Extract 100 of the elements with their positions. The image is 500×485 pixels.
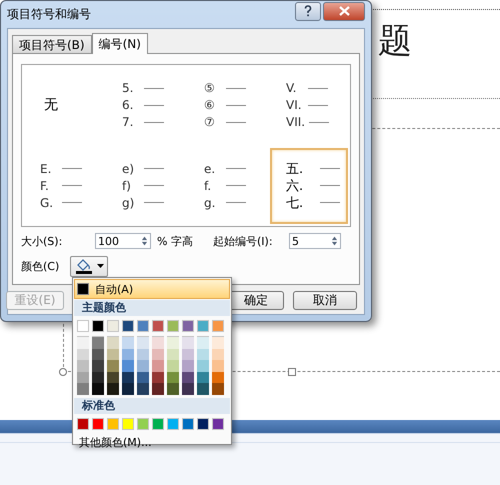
color-swatch[interactable] xyxy=(77,418,89,430)
color-swatch[interactable] xyxy=(152,360,164,372)
color-swatch[interactable] xyxy=(212,418,224,430)
color-swatch[interactable] xyxy=(182,383,194,395)
color-swatch[interactable] xyxy=(92,320,104,332)
color-swatch[interactable] xyxy=(212,348,224,360)
color-picker-button[interactable] xyxy=(70,256,108,276)
tab[interactable]: 编号(N) xyxy=(92,33,148,54)
color-swatch[interactable] xyxy=(167,348,179,360)
color-swatch[interactable] xyxy=(107,348,119,360)
color-swatch[interactable] xyxy=(137,383,149,395)
color-swatch[interactable] xyxy=(167,418,179,430)
color-swatch[interactable] xyxy=(137,360,149,372)
color-swatch[interactable] xyxy=(182,320,194,332)
color-swatch[interactable] xyxy=(167,383,179,395)
color-swatch[interactable] xyxy=(77,348,89,360)
list-number: 5. xyxy=(122,81,134,96)
color-swatch[interactable] xyxy=(152,336,164,349)
size-label: 大小(S): xyxy=(21,234,64,248)
color-swatch[interactable] xyxy=(212,372,224,384)
resize-handle[interactable] xyxy=(288,368,296,376)
list-number: e) xyxy=(122,162,136,176)
numbering-option[interactable]: e) f) g) xyxy=(106,148,184,224)
color-swatch[interactable] xyxy=(137,336,149,349)
color-swatch[interactable] xyxy=(152,348,164,360)
color-swatch[interactable] xyxy=(137,418,149,430)
help-button[interactable] xyxy=(295,2,321,20)
color-swatch[interactable] xyxy=(92,383,104,395)
numbering-option[interactable]: E. F. G. xyxy=(24,148,102,224)
close-button[interactable] xyxy=(323,2,365,20)
color-swatch[interactable] xyxy=(77,360,89,372)
color-swatch[interactable] xyxy=(167,336,179,349)
tab[interactable]: 项目符号(B) xyxy=(12,35,92,53)
color-swatch[interactable] xyxy=(92,418,104,430)
color-swatch[interactable] xyxy=(107,320,119,332)
list-number: f. xyxy=(204,178,212,193)
color-swatch[interactable] xyxy=(197,418,209,430)
color-swatch[interactable] xyxy=(197,320,209,332)
paint-bucket-icon xyxy=(74,258,92,274)
color-swatch[interactable] xyxy=(197,372,209,384)
color-swatch[interactable] xyxy=(92,348,104,360)
color-swatch[interactable] xyxy=(182,360,194,372)
color-swatch[interactable] xyxy=(212,336,224,349)
color-swatch[interactable] xyxy=(122,348,134,360)
numbering-option[interactable]: 5. 6. 7. xyxy=(106,67,184,144)
color-label: 颜色(C) xyxy=(21,258,60,274)
color-swatch[interactable] xyxy=(77,372,89,384)
color-swatch[interactable] xyxy=(152,320,164,332)
color-swatch[interactable] xyxy=(137,372,149,384)
caret-icon xyxy=(96,264,104,268)
color-swatch[interactable] xyxy=(77,320,89,332)
color-swatch[interactable] xyxy=(182,348,194,360)
color-swatch[interactable] xyxy=(137,320,149,332)
color-swatch[interactable] xyxy=(212,360,224,372)
color-swatch[interactable] xyxy=(197,383,209,395)
color-swatch[interactable] xyxy=(197,360,209,372)
color-swatch[interactable] xyxy=(107,336,119,349)
numbering-option[interactable]: 无 xyxy=(24,67,102,144)
color-swatch[interactable] xyxy=(122,320,134,332)
numbering-option[interactable]: ⑤ ⑥ ⑦ xyxy=(188,67,266,144)
section-header: 主题颜色 xyxy=(74,300,230,316)
color-swatch[interactable] xyxy=(107,383,119,395)
section-header: 标准色 xyxy=(74,398,230,414)
color-swatch[interactable] xyxy=(197,336,209,349)
color-swatch[interactable] xyxy=(167,360,179,372)
color-swatch[interactable] xyxy=(182,372,194,384)
start-number-label: 起始编号(I): xyxy=(213,234,274,248)
color-swatch[interactable] xyxy=(182,336,194,349)
numbering-option[interactable]: V. VI. VII. xyxy=(270,67,348,144)
color-swatch[interactable] xyxy=(137,348,149,360)
color-swatch[interactable] xyxy=(197,348,209,360)
color-swatch[interactable] xyxy=(182,418,194,430)
numbering-option[interactable]: e. f. g. xyxy=(188,148,266,224)
color-swatch[interactable] xyxy=(77,336,89,349)
numbering-option[interactable]: 五. 六. 七. xyxy=(270,148,348,224)
color-swatch[interactable] xyxy=(152,418,164,430)
list-number: E. xyxy=(40,162,52,176)
close-icon xyxy=(338,6,350,16)
color-swatch[interactable] xyxy=(152,383,164,395)
color-swatch[interactable] xyxy=(122,336,134,349)
color-swatch[interactable] xyxy=(122,372,134,384)
color-swatch[interactable] xyxy=(122,418,134,430)
color-swatch[interactable] xyxy=(152,372,164,384)
color-swatch[interactable] xyxy=(107,360,119,372)
color-swatch[interactable] xyxy=(92,360,104,372)
color-swatch[interactable] xyxy=(92,336,104,349)
automatic-color-option[interactable]: 自动(A) xyxy=(74,279,230,299)
dialog-button[interactable]: 取消 xyxy=(293,291,357,310)
color-swatch[interactable] xyxy=(92,372,104,384)
color-swatch[interactable] xyxy=(167,372,179,384)
color-swatch[interactable] xyxy=(107,372,119,384)
color-swatch[interactable] xyxy=(77,383,89,395)
color-swatch[interactable] xyxy=(212,320,224,332)
color-swatch[interactable] xyxy=(212,383,224,395)
resize-handle[interactable] xyxy=(59,368,67,376)
color-swatch[interactable] xyxy=(122,360,134,372)
color-swatch[interactable] xyxy=(167,320,179,332)
color-swatch[interactable] xyxy=(107,418,119,430)
more-colors-option[interactable]: 其他颜色(M)... xyxy=(74,434,230,451)
color-swatch[interactable] xyxy=(122,383,134,395)
